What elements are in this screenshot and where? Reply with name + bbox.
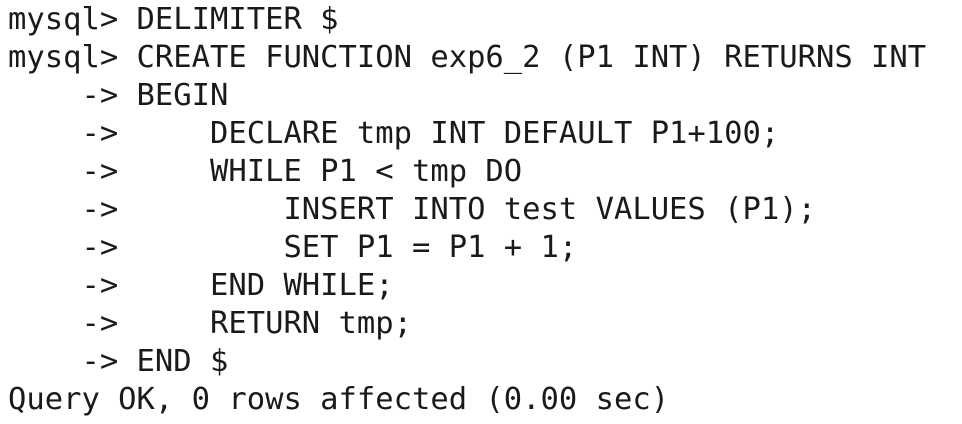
terminal-line: -> END WHILE;: [8, 268, 394, 303]
terminal-line: -> DECLARE tmp INT DEFAULT P1+100;: [8, 116, 780, 151]
terminal-line: -> WHILE P1 < tmp DO: [8, 154, 523, 189]
terminal-line: -> SET P1 = P1 + 1;: [8, 230, 578, 265]
terminal-line: mysql> CREATE FUNCTION exp6_2 (P1 INT) R…: [8, 40, 927, 75]
terminal-line: -> END $: [8, 344, 229, 379]
terminal-line: -> BEGIN: [8, 78, 229, 113]
terminal-line: mysql> DELIMITER $: [8, 2, 339, 37]
terminal-line: -> INSERT INTO test VALUES (P1);: [8, 192, 816, 227]
terminal-output[interactable]: mysql> DELIMITER $ mysql> CREATE FUNCTIO…: [0, 0, 962, 424]
query-result-line: Query OK, 0 rows affected (0.00 sec): [8, 382, 670, 417]
terminal-line: -> RETURN tmp;: [8, 306, 412, 341]
